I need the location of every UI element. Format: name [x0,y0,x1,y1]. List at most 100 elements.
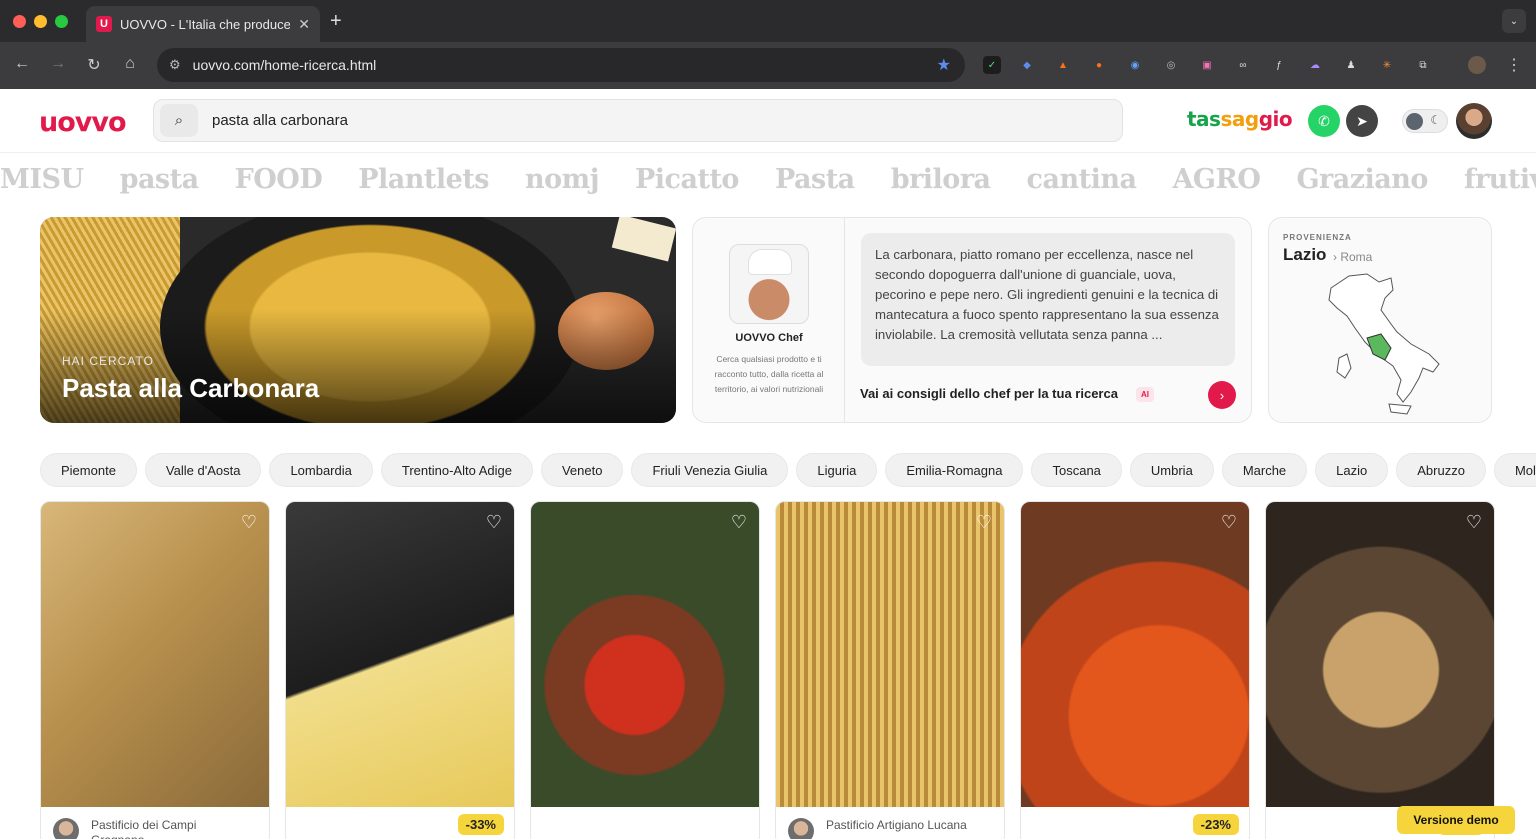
tab-title: UOVVO - L'Italia che produce [120,16,291,32]
favorite-heart-icon[interactable]: ♡ [1221,512,1237,533]
minimize-window-button[interactable] [34,14,47,28]
extension-icon[interactable]: ◎ [1162,56,1180,74]
chef-name: UOVVO Chef [735,332,803,344]
brand-logo[interactable]: Picatto [635,164,739,195]
forward-icon[interactable]: → [48,55,68,73]
brand-logo[interactable]: AGRO [1172,164,1260,195]
region-name: Lazio [1283,245,1327,264]
extension-icon[interactable]: ∞ [1234,56,1252,74]
product-image [1266,502,1494,807]
favorite-heart-icon[interactable]: ♡ [976,512,992,533]
brand-logo[interactable]: Graziano [1296,164,1428,195]
region-chip[interactable]: Lazio [1315,453,1389,487]
favorite-heart-icon[interactable]: ♡ [486,512,502,533]
region-chip[interactable]: Toscana [1031,453,1122,487]
brand-logo[interactable]: frutiva [1464,164,1536,195]
browser-tab[interactable]: U UOVVO - L'Italia che produce ✕ [86,6,320,42]
product-card[interactable]: ♡ Pastificio Artigiano Lucana [775,501,1005,839]
new-tab-icon[interactable]: + [330,11,342,31]
search-input[interactable] [212,112,1012,129]
extension-icon[interactable]: ▲ [1054,56,1072,74]
product-card[interactable]: ♡ Pastificio dei Campi Gragnano [40,501,270,839]
region-chip[interactable]: Friuli Venezia Giulia [631,453,789,487]
seller-info[interactable]: Pastificio dei Campi Gragnano [53,818,241,839]
extensions-puzzle-icon[interactable]: ⧉ [1414,56,1432,74]
brand-logo[interactable]: nomj [525,164,599,195]
address-bar[interactable]: ⚙ uovvo.com/home-ricerca.html ★ [157,48,965,82]
product-card[interactable]: ♡-20% [1265,501,1495,839]
reload-icon[interactable]: ↻ [84,55,104,75]
brand-logo[interactable]: MISU [0,164,84,195]
brand-logo[interactable]: Pasta [775,164,855,195]
seller-name: Pastificio dei Campi Gragnano [91,818,197,839]
tab-search-icon[interactable]: ⌄ [1502,9,1526,33]
back-icon[interactable]: ← [12,55,32,73]
region-chip[interactable]: Piemonte [40,453,137,487]
telegram-icon[interactable]: ➤ [1346,105,1378,137]
chef-photo [729,244,809,324]
seller-info[interactable]: Pastificio Artigiano Lucana [788,818,976,839]
dark-mode-toggle[interactable]: ☾ [1402,109,1448,133]
region-chip[interactable]: Marche [1221,453,1308,487]
extension-icon[interactable]: ♟ [1342,56,1360,74]
favorite-heart-icon[interactable]: ♡ [241,512,257,533]
close-tab-icon[interactable]: ✕ [298,16,310,33]
brand-logo[interactable]: FOOD [235,164,323,195]
search-hero-card[interactable]: HAI CERCATO Pasta alla Carbonara [40,217,676,423]
region-chip[interactable]: Veneto [540,453,624,487]
favorite-heart-icon[interactable]: ♡ [731,512,747,533]
region-chip[interactable]: Abruzzo [1396,453,1486,487]
region-chip[interactable]: Umbria [1129,453,1214,487]
region-chip[interactable]: Valle d'Aosta [144,453,262,487]
nav-bar: ← → ↻ ⌂ ⚙ uovvo.com/home-ricerca.html ★ … [0,42,1536,89]
extension-icon[interactable]: ◉ [1126,56,1144,74]
bookmark-star-icon[interactable]: ★ [937,55,951,75]
discount-badge: -23% [1192,814,1239,835]
brand-logo[interactable]: Plantlets [358,164,489,195]
region-chip[interactable]: Trentino-Alto Adige [380,453,533,487]
home-icon[interactable]: ⌂ [120,55,140,73]
product-card[interactable]: ♡ [530,501,760,839]
demo-badge[interactable]: Versione demo [1397,806,1515,834]
product-image [286,502,514,807]
tassaggio-logo[interactable]: tassaggio [1187,107,1293,131]
brand-logo[interactable]: brilora [891,164,991,195]
chef-go-button[interactable]: › [1208,381,1236,409]
chef-cta-link[interactable]: Vai ai consigli dello chef per la tua ri… [860,386,1118,401]
window-controls [13,14,68,28]
region-filter-chips: Piemonte Valle d'Aosta Lombardia Trentino-A… [40,453,1536,487]
chef-card: UOVVO Chef Cerca qualsiasi prodotto e ti… [692,217,1252,423]
site-settings-icon[interactable]: ⚙ [169,57,181,73]
chef-description: Cerca qualsiasi prodotto e ti racconto t… [714,354,824,394]
search-icon[interactable]: ⌕ [160,104,198,137]
toggle-knob [1406,113,1423,130]
extension-icon[interactable]: ☁ [1306,56,1324,74]
user-avatar[interactable] [1456,103,1492,139]
maximize-window-button[interactable] [55,14,68,28]
extension-icon[interactable]: ƒ [1270,56,1288,74]
close-window-button[interactable] [13,14,26,28]
region-chip[interactable]: Molise [1493,453,1536,487]
brand-logo[interactable]: cantina [1027,164,1137,195]
brand-logo[interactable]: pasta [120,164,200,195]
product-image [531,502,759,807]
product-card[interactable]: ♡ -23% [1020,501,1250,839]
extension-icon[interactable]: ▣ [1198,56,1216,74]
extension-icon[interactable]: ◆ [1018,56,1036,74]
browser-chrome: U UOVVO - L'Italia che produce ✕ + ⌄ ← →… [0,0,1536,89]
extension-icon[interactable]: ● [1090,56,1108,74]
profile-avatar[interactable] [1468,56,1486,74]
product-card[interactable]: ♡ -33% [285,501,515,839]
search-bar[interactable]: ⌕ [153,99,1123,142]
favorite-heart-icon[interactable]: ♡ [1466,512,1482,533]
extension-icon[interactable]: ✳ [1378,56,1396,74]
whatsapp-icon[interactable]: ✆ [1308,105,1340,137]
region-chip[interactable]: Liguria [796,453,878,487]
uovvo-logo[interactable]: uovvo [39,107,127,138]
region-chip[interactable]: Lombardia [269,453,373,487]
url-text: uovvo.com/home-ricerca.html [192,57,377,73]
menu-icon[interactable]: ⋮ [1504,55,1524,75]
extension-icon[interactable]: ✓ [983,56,1001,74]
region-chip[interactable]: Emilia-Romagna [885,453,1024,487]
region-card[interactable]: PROVENIENZA Lazio › Roma [1268,217,1492,423]
